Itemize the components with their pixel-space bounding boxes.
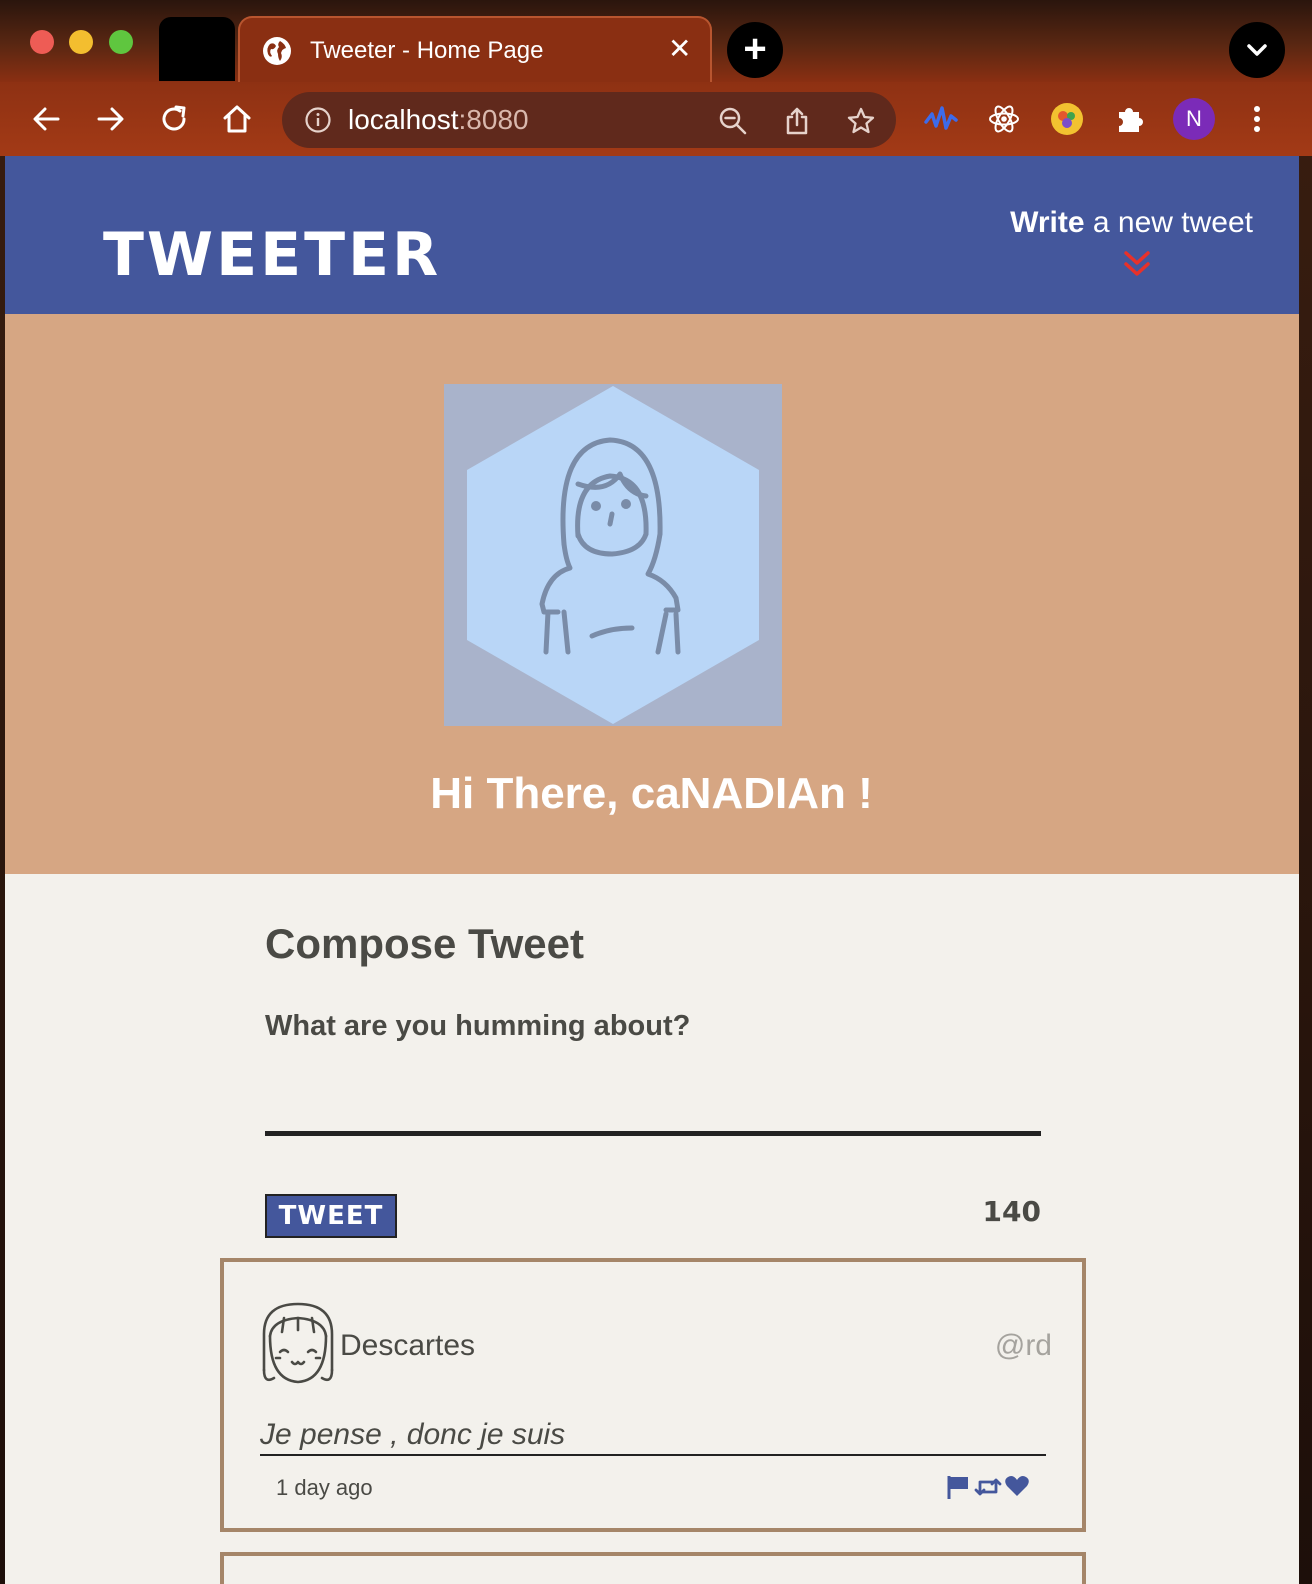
url-host: localhost — [348, 104, 459, 135]
tweet-author-name: Descartes — [340, 1329, 476, 1362]
new-tab-button[interactable]: + — [727, 22, 783, 78]
waveform-extension-icon[interactable] — [924, 102, 958, 136]
user-avatar-icon — [467, 386, 759, 724]
tweet-author-avatar-icon — [262, 1302, 334, 1384]
window-close-button[interactable] — [30, 30, 54, 54]
home-icon[interactable] — [220, 102, 254, 136]
profile-greeting: Hi There, caNADIAn ! — [5, 764, 1299, 824]
tab-title: Tweeter - Home Page — [310, 37, 544, 64]
bookmark-star-icon[interactable] — [846, 106, 876, 136]
write-new-tweet-link[interactable]: Write a new tweet — [1010, 206, 1253, 240]
tweet-card-partial — [220, 1552, 1086, 1584]
forward-icon[interactable] — [93, 102, 127, 136]
char-counter: 140 — [982, 1195, 1041, 1228]
color-extension-icon[interactable] — [1050, 102, 1084, 136]
tweet-text-input[interactable] — [265, 1056, 1041, 1136]
double-chevron-down-icon[interactable] — [1124, 250, 1150, 278]
browser-toolbar: localhost:8080 N — [0, 82, 1312, 156]
profile-avatar-image — [444, 384, 782, 726]
tweet-submit-button[interactable]: TWEET — [265, 1194, 397, 1238]
extensions-puzzle-icon[interactable] — [1113, 102, 1147, 136]
globe-icon — [263, 37, 291, 65]
page-viewport: TWEETER Write a new tweet Hi There, caNA… — [5, 156, 1299, 1584]
compose-title: Compose Tweet — [265, 920, 584, 967]
window-minimize-button[interactable] — [69, 30, 93, 54]
compose-label: What are you humming about? — [265, 1010, 691, 1042]
tweet-actions — [946, 1474, 1036, 1500]
chevron-down-icon — [1247, 44, 1267, 56]
tweet-card: Descartes @rd Je pense , donc je suis 1 … — [220, 1258, 1086, 1532]
flag-icon[interactable] — [946, 1474, 970, 1500]
tweet-timestamp: 1 day ago — [276, 1475, 373, 1500]
window-maximize-button[interactable] — [109, 30, 133, 54]
address-bar[interactable]: localhost:8080 — [282, 92, 896, 148]
heart-icon[interactable] — [1004, 1474, 1030, 1500]
url-text[interactable]: localhost:8080 — [348, 105, 529, 135]
share-icon[interactable] — [782, 106, 812, 136]
retweet-icon[interactable] — [974, 1474, 1002, 1500]
site-nav: TWEETER Write a new tweet — [5, 156, 1299, 314]
url-port: :8080 — [458, 104, 529, 135]
browser-tab-strip: Tweeter - Home Page ✕ + — [0, 0, 1312, 82]
greeting-text: Hi There, caNADIAn ! — [430, 769, 873, 818]
tab-search-button[interactable] — [1229, 22, 1285, 78]
write-rest-text: a new tweet — [1084, 206, 1253, 239]
react-devtools-icon[interactable] — [987, 102, 1021, 136]
reload-icon[interactable] — [157, 102, 191, 136]
browser-tab-blank[interactable] — [159, 17, 235, 81]
site-info-icon[interactable] — [304, 106, 332, 134]
tweet-author-handle: @rd — [994, 1329, 1052, 1362]
zoom-out-icon[interactable] — [718, 106, 748, 136]
profile-avatar[interactable]: N — [1173, 98, 1215, 140]
tab-close-button[interactable]: ✕ — [668, 34, 691, 64]
site-logo[interactable]: TWEETER — [103, 220, 441, 290]
profile-header: Hi There, caNADIAn ! — [5, 314, 1299, 874]
more-menu-icon[interactable] — [1240, 102, 1274, 136]
back-icon[interactable] — [30, 102, 64, 136]
browser-tab-active[interactable]: Tweeter - Home Page ✕ — [238, 16, 712, 82]
write-bold-text: Write — [1010, 206, 1085, 239]
tweet-content: Je pense , donc je suis — [260, 1416, 1046, 1456]
